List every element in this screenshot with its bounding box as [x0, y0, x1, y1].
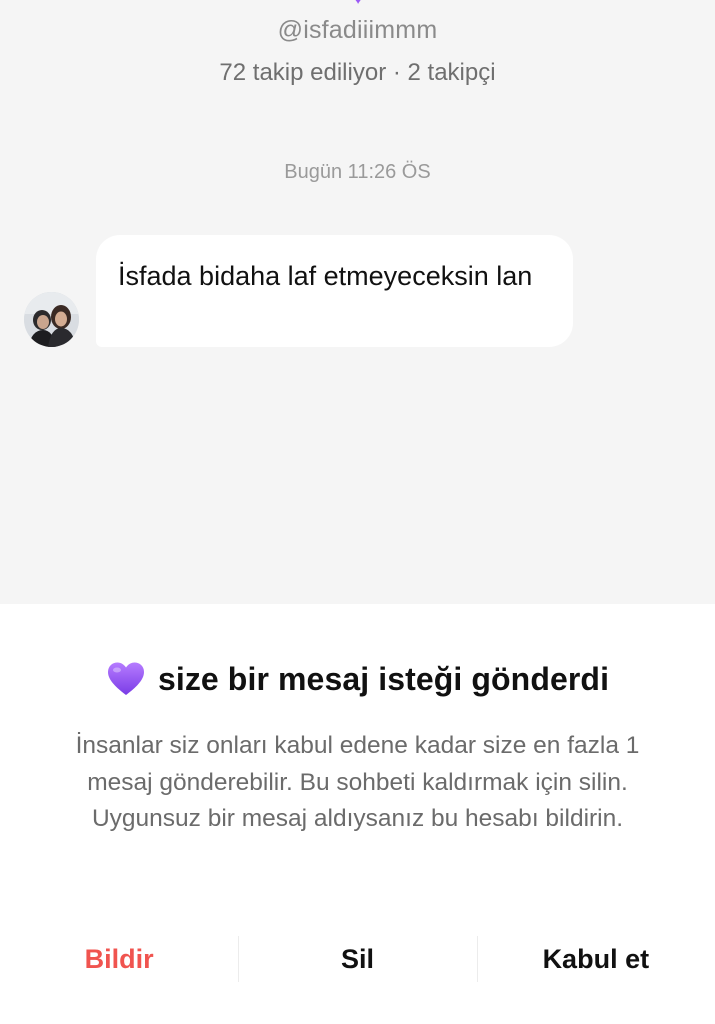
request-title-row: size bir mesaj isteği gönderdi [0, 658, 715, 700]
delete-button[interactable]: Sil [238, 936, 476, 982]
request-actions: Bildir Sil Kabul et [0, 936, 715, 982]
purple-heart-icon: ♥ [354, 0, 362, 7]
accept-button[interactable]: Kabul et [476, 936, 715, 982]
message-timestamp: Bugün 11:26 ÖS [284, 161, 431, 183]
chat-area[interactable]: ♥ @isfadiiimmm 72 takip ediliyor · 2 tak… [0, 0, 715, 604]
sender-avatar[interactable] [24, 292, 79, 347]
message-request-screen: ♥ @isfadiiimmm 72 takip ediliyor · 2 tak… [0, 0, 715, 1024]
profile-username: @isfadiiimmm [277, 16, 438, 44]
request-description: İnsanlar siz onları kabul edene kadar si… [75, 732, 640, 832]
report-button[interactable]: Bildir [0, 936, 238, 982]
message-bubble[interactable]: İsfada bidaha laf etmeyeceksin lan [96, 235, 573, 347]
request-title: size bir mesaj isteği gönderdi [157, 660, 610, 697]
message-request-sheet: size bir mesaj isteği gönderdi İnsanlar … [0, 604, 715, 1024]
purple-heart-icon [106, 661, 146, 697]
avatar-photo-icon [24, 292, 79, 347]
profile-follow-stats: 72 takip ediliyor · 2 takipçi [219, 59, 496, 86]
